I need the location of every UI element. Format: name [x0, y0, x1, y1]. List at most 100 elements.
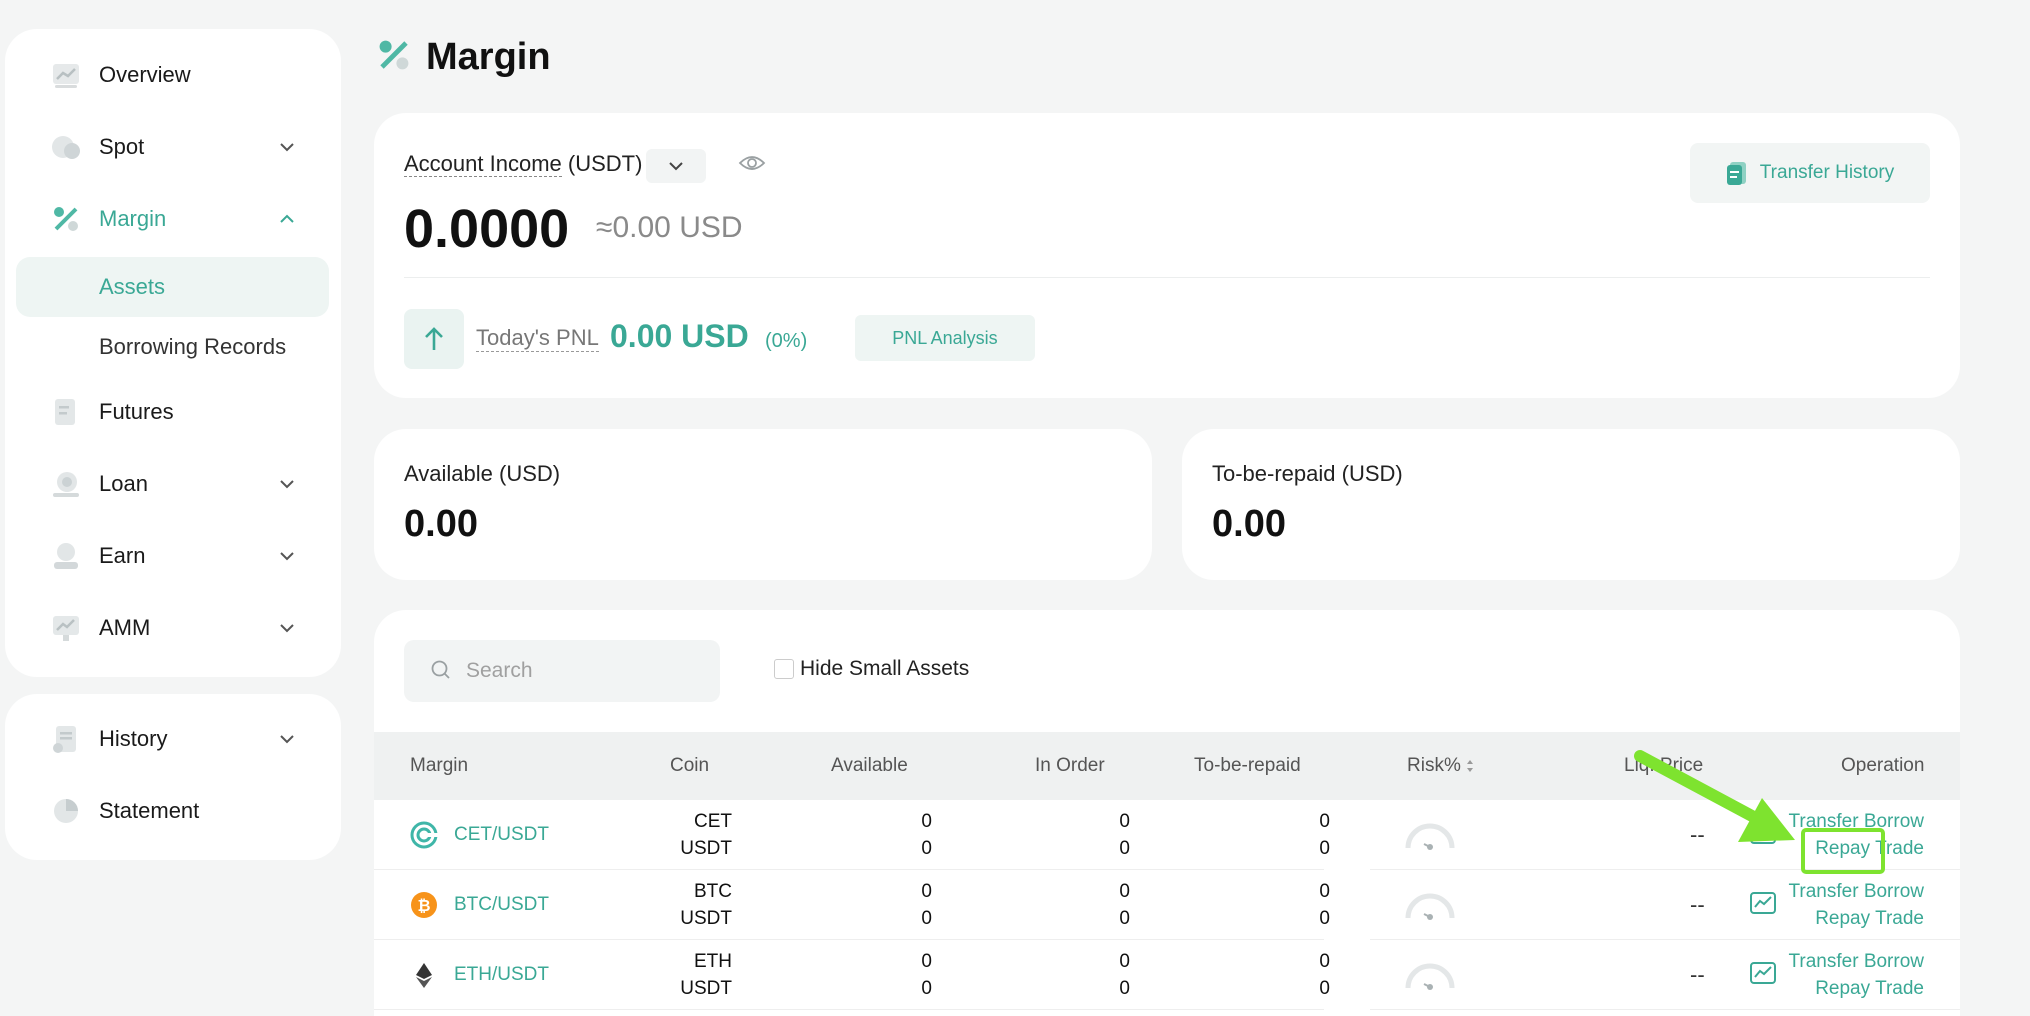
overview-chart-icon: [50, 59, 82, 91]
to-be-repaid-quote: 0: [1319, 908, 1330, 929]
todays-pnl-percent: (0%): [765, 330, 808, 352]
to-be-repaid-quote: 0: [1319, 978, 1330, 999]
chevron-down-icon: [669, 162, 683, 171]
coin-quote: USDT: [680, 838, 732, 859]
search-box[interactable]: [404, 640, 720, 702]
page-title: Margin: [426, 35, 551, 78]
pair-cell[interactable]: ₿ BTC/USDT: [410, 891, 549, 919]
currency-dropdown[interactable]: [646, 149, 706, 183]
available-base: 0: [921, 881, 932, 902]
available-label: Available (USD): [404, 461, 561, 486]
trade-link[interactable]: Trade: [1875, 908, 1924, 929]
header-in-order: In Order: [1035, 755, 1105, 776]
margin-percent-icon: [376, 37, 412, 78]
account-income-card: Account Income (USDT) 0.0000 ≈0.00 USD T…: [374, 113, 1960, 398]
header-operation: Operation: [1841, 755, 1925, 776]
trend-chart-icon[interactable]: [1750, 822, 1776, 849]
sidebar-item-margin[interactable]: Margin: [5, 189, 341, 249]
sidebar-item-label: Futures: [99, 399, 174, 424]
chevron-up-icon: [277, 209, 297, 229]
header-risk-label: Risk%: [1407, 755, 1461, 776]
history-doc-icon: [50, 723, 82, 755]
sidebar-subitem-borrowing-records[interactable]: Borrowing Records: [16, 317, 329, 377]
trade-link[interactable]: Trade: [1875, 978, 1924, 999]
pair-cell[interactable]: CET/USDT: [410, 821, 549, 849]
hide-small-assets-label[interactable]: Hide Small Assets: [800, 657, 969, 681]
hide-small-assets-checkbox[interactable]: [774, 659, 794, 679]
to-be-repaid-card: To-be-repaid (USD) 0.00: [1182, 429, 1960, 580]
chevron-down-icon: [277, 474, 297, 494]
search-input[interactable]: [466, 640, 706, 702]
coin-base: CET: [694, 811, 732, 832]
sidebar-item-amm[interactable]: AMM: [5, 598, 341, 658]
account-income-label: Account Income (USDT): [404, 151, 642, 177]
sidebar-item-statement[interactable]: Statement: [5, 781, 341, 841]
spot-coin-icon: [50, 131, 82, 163]
repay-link[interactable]: Repay: [1815, 908, 1870, 929]
pnl-analysis-button[interactable]: PNL Analysis: [855, 315, 1035, 361]
sort-icon: [1467, 759, 1474, 772]
sidebar-subitem-label: Borrowing Records: [99, 334, 287, 359]
transfer-link[interactable]: Transfer: [1788, 951, 1858, 972]
todays-pnl-value: 0.00 USD: [610, 318, 749, 354]
sidebar-item-label: AMM: [99, 615, 151, 640]
borrow-link[interactable]: Borrow: [1864, 951, 1924, 972]
sidebar-item-loan[interactable]: Loan: [5, 454, 341, 514]
coin-cell: ETH USDT: [680, 948, 732, 1002]
transfer-history-button[interactable]: Transfer History: [1690, 143, 1930, 203]
table-row: ETH/USDT ETH USDT 00 00 00 -- Transfer Bo…: [374, 940, 1960, 1010]
to-be-repaid-base: 0: [1319, 881, 1330, 902]
borrow-link[interactable]: Borrow: [1864, 881, 1924, 902]
trend-chart-icon[interactable]: [1750, 892, 1776, 919]
pair-name: ETH/USDT: [454, 964, 549, 985]
sidebar-item-history[interactable]: History: [5, 709, 341, 769]
table-row: CET/USDT CET USDT 00 00 00 -- Transfer Bo…: [374, 800, 1960, 870]
available-cell: 00: [921, 948, 932, 1002]
annotation-highlight-box: [1801, 828, 1885, 874]
in-order-base: 0: [1119, 811, 1130, 832]
trend-chart-icon[interactable]: [1750, 962, 1776, 989]
eye-icon[interactable]: [738, 153, 766, 178]
in-order-cell: 00: [1119, 808, 1130, 862]
table-row: ₿ BTC/USDT BTC USDT 00 00 00 -- Transfer …: [374, 870, 1960, 940]
transfer-history-label: Transfer History: [1759, 162, 1895, 183]
available-quote: 0: [921, 838, 932, 859]
operation-cell: Transfer Borrow Repay Trade: [1788, 878, 1924, 932]
repay-link[interactable]: Repay: [1815, 978, 1870, 999]
to-be-repaid-cell: 00: [1319, 948, 1330, 1002]
sidebar-subitem-assets[interactable]: Assets: [16, 257, 329, 317]
sidebar-item-futures[interactable]: Futures: [5, 382, 341, 442]
sidebar-item-spot[interactable]: Spot: [5, 117, 341, 177]
header-risk[interactable]: Risk%: [1407, 755, 1474, 777]
sidebar-item-overview[interactable]: Overview: [5, 45, 341, 105]
available-cell: 00: [921, 878, 932, 932]
sidebar-item-label: History: [99, 726, 168, 751]
risk-gauge-icon: [1404, 890, 1456, 925]
statement-pie-icon: [50, 795, 82, 827]
in-order-quote: 0: [1119, 838, 1130, 859]
page-header: Margin: [376, 32, 551, 82]
pair-name: BTC/USDT: [454, 894, 549, 915]
to-be-repaid-cell: 00: [1319, 808, 1330, 862]
header-available: Available: [831, 755, 908, 776]
sidebar-item-label: Earn: [99, 543, 146, 568]
todays-pnl-label: Today's PNL: [476, 325, 599, 352]
in-order-quote: 0: [1119, 978, 1130, 999]
available-quote: 0: [921, 978, 932, 999]
coin-base: ETH: [694, 951, 732, 972]
sidebar-item-label: Overview: [99, 62, 191, 87]
to-be-repaid-base: 0: [1319, 951, 1330, 972]
sidebar-item-label: Statement: [99, 798, 200, 823]
loan-icon: [50, 468, 82, 500]
btc-coin-icon: ₿: [411, 892, 437, 918]
search-icon: [431, 660, 450, 679]
to-be-repaid-quote: 0: [1319, 838, 1330, 859]
available-cell: 00: [921, 808, 932, 862]
risk-gauge-icon: [1404, 960, 1456, 995]
chevron-down-icon: [277, 618, 297, 638]
pair-cell[interactable]: ETH/USDT: [410, 961, 549, 989]
chevron-down-icon: [277, 137, 297, 157]
transfer-link[interactable]: Transfer: [1788, 881, 1858, 902]
sidebar-item-earn[interactable]: Earn: [5, 526, 341, 586]
to-be-repaid-value: 0.00: [1212, 503, 1286, 545]
